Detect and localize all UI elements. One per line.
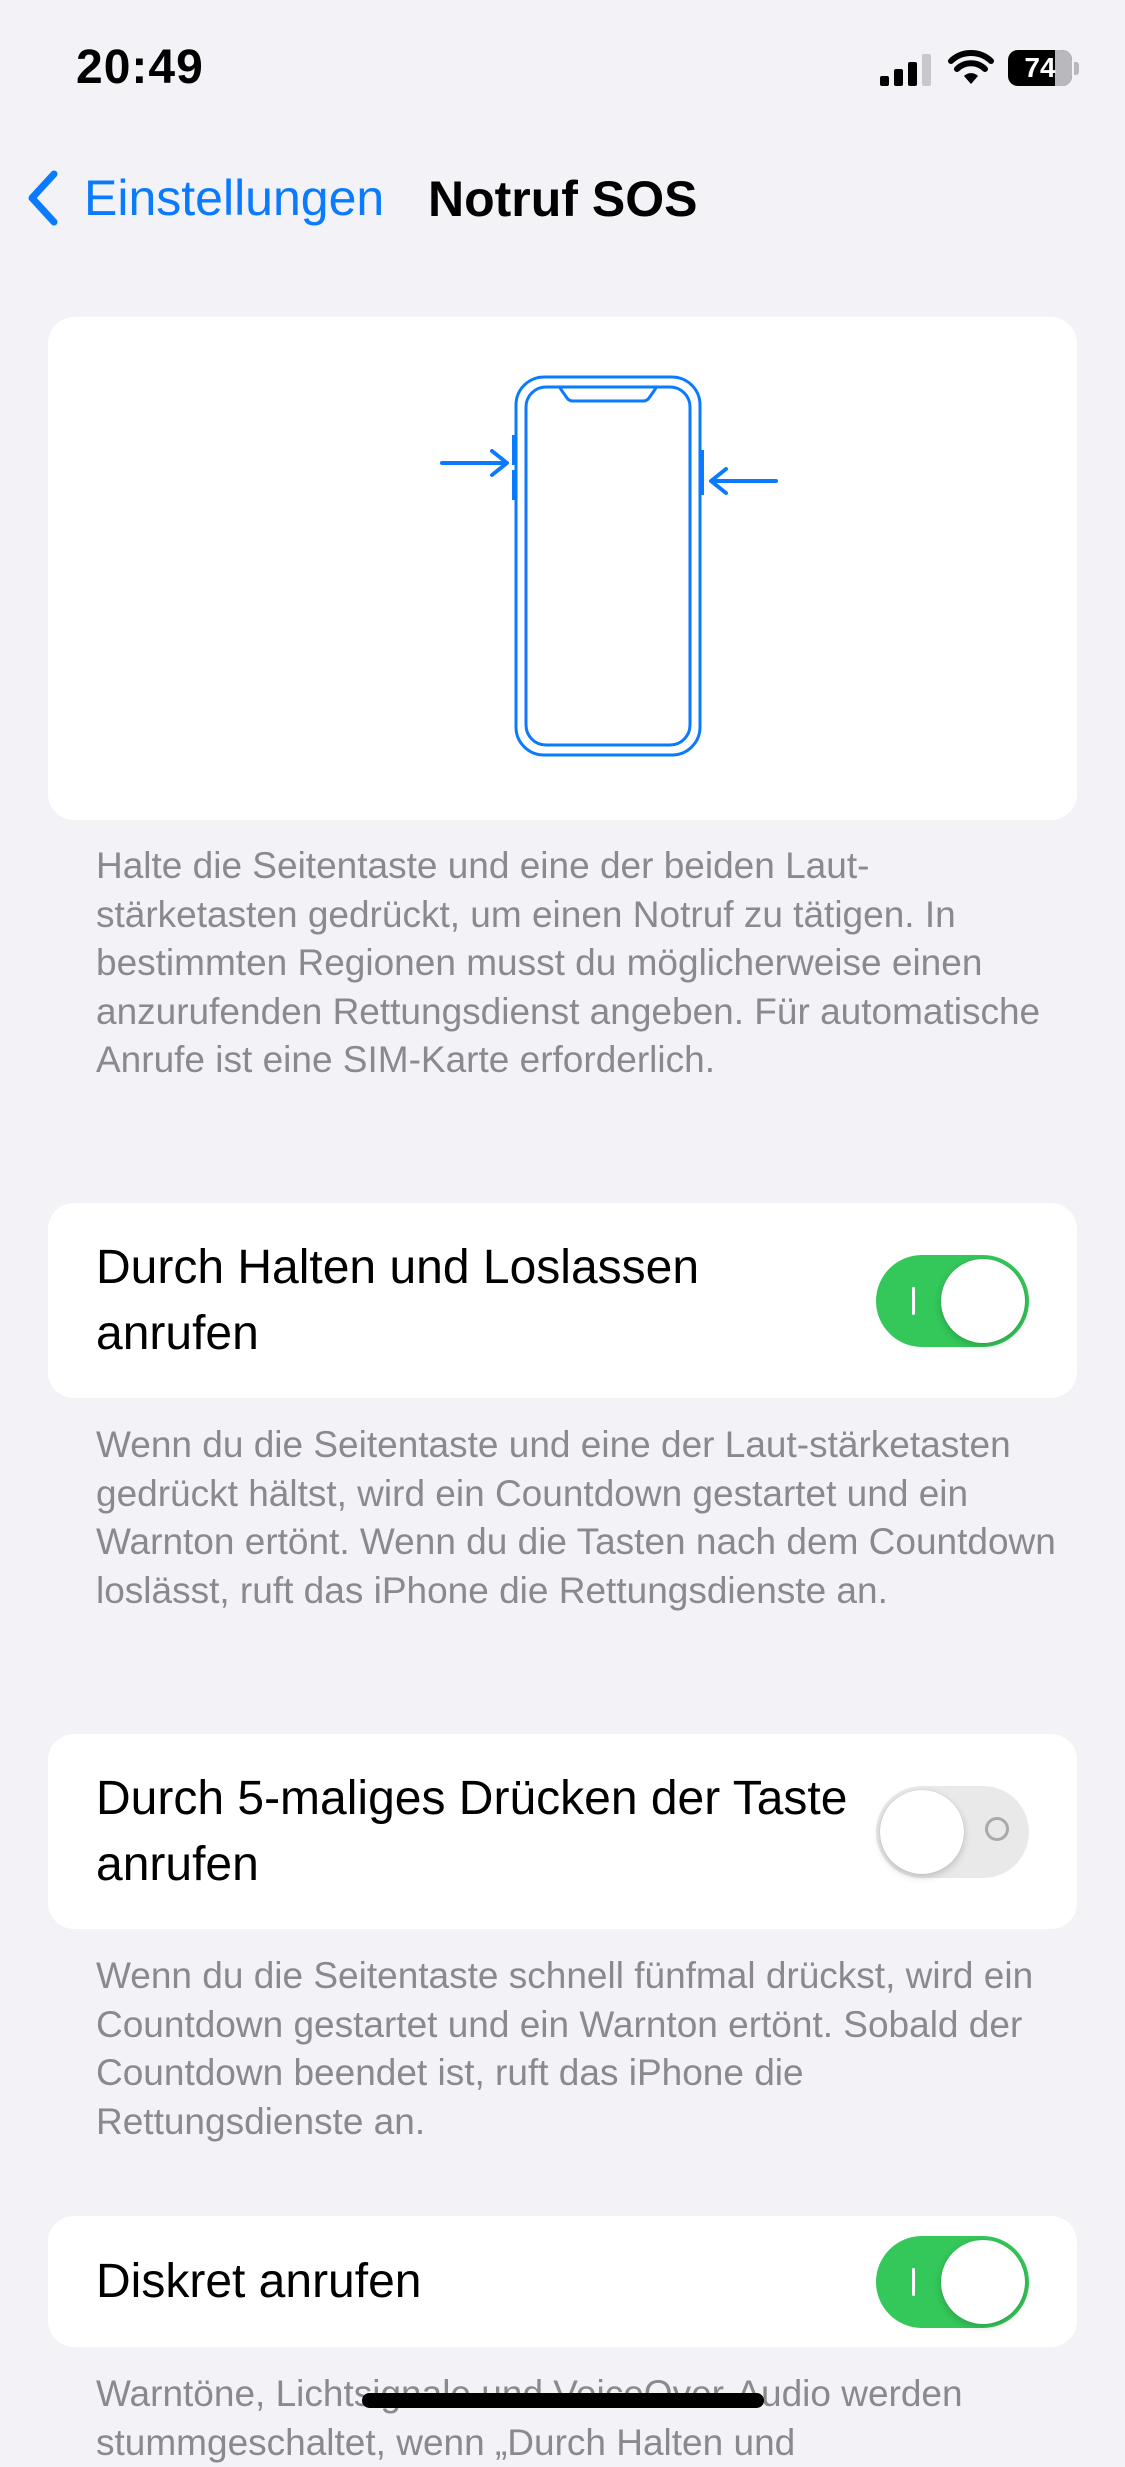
intro-footnote: Halte die Seitentaste und eine der beide… bbox=[96, 845, 1041, 1080]
home-indicator bbox=[362, 2393, 764, 2408]
illustration-card bbox=[48, 317, 1077, 820]
five-presses-toggle[interactable] bbox=[876, 1785, 1029, 1878]
toggle-knob bbox=[941, 1258, 1025, 1343]
setting-row-five-presses: Durch 5-maliges Drücken der Taste anrufe… bbox=[48, 1734, 1077, 1929]
wifi-icon bbox=[948, 50, 994, 84]
chevron-left-icon bbox=[28, 170, 58, 226]
navigation-bar: Einstellungen Notruf SOS bbox=[0, 150, 1125, 250]
setting-row-hold-release: Durch Halten und Loslassen anrufen bbox=[48, 1203, 1077, 1398]
phone-side-buttons-illustration bbox=[440, 375, 778, 757]
status-time: 20:49 bbox=[76, 41, 204, 94]
battery-empty-portion bbox=[1055, 50, 1072, 86]
setting-row-discreet: Diskret anrufen bbox=[48, 2216, 1077, 2347]
five-presses-footnote: Wenn du die Seitentaste schnell fünfmal … bbox=[96, 1955, 1034, 2142]
discreet-toggle[interactable] bbox=[876, 2235, 1029, 2328]
toggle-off-glyph bbox=[985, 1816, 1009, 1841]
setting-label: Durch Halten und Loslassen anrufen bbox=[96, 1240, 700, 1360]
back-button[interactable]: Einstellungen bbox=[24, 168, 384, 228]
hold-release-footnote: Wenn du die Seitentaste und eine der Lau… bbox=[96, 1424, 1056, 1611]
cellular-signal-icon bbox=[880, 54, 931, 86]
back-label: Einstellungen bbox=[84, 170, 385, 226]
battery-level: 74 bbox=[1024, 52, 1056, 83]
toggle-knob bbox=[941, 2239, 1025, 2324]
setting-label: Diskret anrufen bbox=[96, 2254, 422, 2308]
toggle-knob bbox=[880, 1789, 964, 1874]
battery-cap bbox=[1074, 62, 1079, 75]
status-bar: 20:49 74 bbox=[0, 0, 1125, 140]
discreet-footnote: Warntöne, Lichtsignale und VoiceOver-Aud… bbox=[96, 2373, 963, 2463]
hold-release-toggle[interactable] bbox=[876, 1254, 1029, 1347]
toggle-on-glyph bbox=[912, 1286, 915, 1315]
battery-body: 74 bbox=[1008, 50, 1072, 86]
battery-icon: 74 bbox=[1008, 50, 1080, 86]
page-title: Notruf SOS bbox=[428, 171, 698, 227]
toggle-on-glyph bbox=[912, 2267, 915, 2296]
setting-label: Durch 5-maliges Drücken der Taste anrufe… bbox=[96, 1771, 848, 1891]
